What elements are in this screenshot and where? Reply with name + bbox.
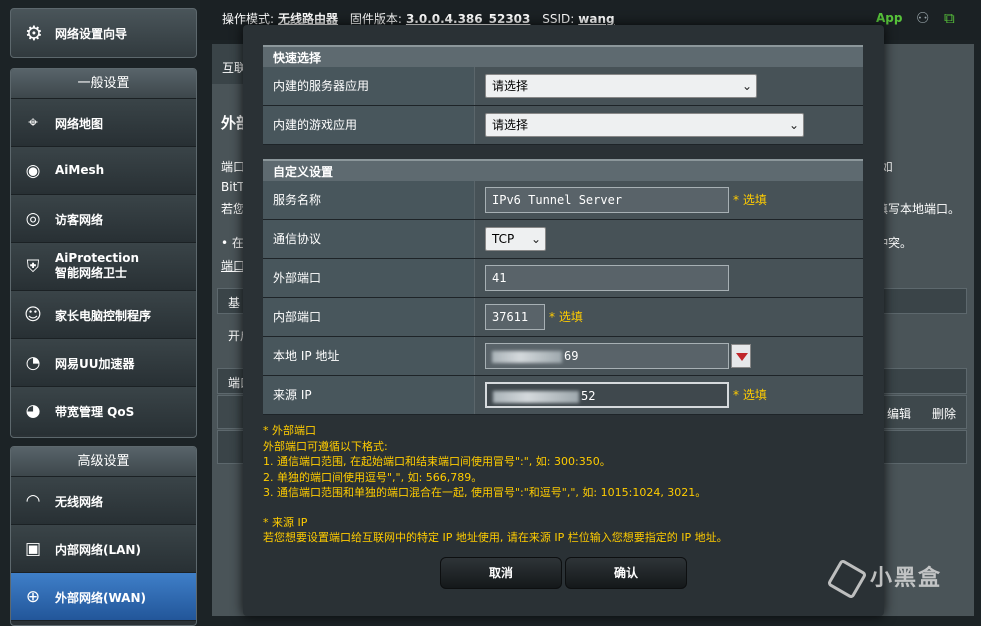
service-name-input[interactable]: IPv6 Tunnel Server [485, 187, 729, 213]
note-src-desc: 若您想要设置端口给互联网中的特定 IP 地址使用, 请在来源 IP 栏位输入您想… [263, 531, 728, 544]
service-name-optional: * 选填 [733, 193, 767, 207]
source-ip-optional: * 选填 [733, 388, 767, 402]
sidebar-item-guest-network[interactable]: ◎ 访客网络 [11, 195, 196, 243]
general-settings-group: 一般设置 ⌖ 网络地图 ◉ AiMesh ◎ 访客网络 ⛨ AiProtecti… [10, 68, 197, 438]
note-ext-1: 1. 通信端口范围, 在起始端口和结束端口间使用冒号":", 如: 300:35… [263, 455, 611, 468]
watermark-logo-icon [826, 558, 868, 600]
gauge-icon: ◕ [25, 401, 41, 421]
sidebar-item-lan[interactable]: ▣ 内部网络(LAN) [11, 525, 196, 573]
local-ip-dropdown-button[interactable] [731, 344, 751, 368]
bg-desc-3-right: 填写本地端口。 [876, 202, 961, 216]
shield-icon: ⛨ [26, 257, 40, 277]
help-notes: * 外部端口 外部端口可遵循以下格式: 1. 通信端口范围, 在起始端口和结束端… [263, 423, 873, 546]
internal-port-label: 内部端口 [263, 298, 474, 336]
chevron-down-icon: ⌄ [741, 79, 752, 93]
sidebar-item-uu-booster[interactable]: ◔ 网易UU加速器 [11, 339, 196, 387]
confirm-button[interactable]: 确认 [565, 557, 687, 589]
lan-icon: ▣ [24, 539, 42, 559]
aiprotection-label: AiProtection [55, 251, 139, 265]
builtin-server-label: 内建的服务器应用 [263, 67, 474, 105]
note-ext-title: * 外部端口 [263, 424, 316, 437]
chevron-down-icon: ⌄ [530, 232, 541, 246]
app-link[interactable]: App [876, 11, 902, 25]
protocol-select[interactable]: TCP ⌄ [485, 227, 546, 251]
sidebar-item-parental-control[interactable]: ☺ 家长电脑控制程序 [11, 291, 196, 339]
builtin-game-row: 内建的游戏应用 请选择 ⌄ [263, 106, 863, 145]
source-ip-row: 来源 IP 52 * 选填 [263, 376, 863, 415]
note-ext-intro: 外部端口可遵循以下格式: [263, 439, 388, 453]
note-ext-2: 2. 单独的端口间使用逗号",", 如: 566,789。 [263, 470, 483, 484]
note-ext-3: 3. 通信端口范围和单独的端口混合在一起, 使用冒号":"和逗号",", 如: … [263, 486, 707, 499]
source-ip-input[interactable]: 52 [485, 382, 729, 408]
quick-select-header: 快速选择 [263, 45, 863, 67]
service-name-row: 服务名称 IPv6 Tunnel Server * 选填 [263, 181, 863, 220]
general-settings-header: 一般设置 [11, 69, 196, 99]
bg-bullet: • 在 [221, 236, 244, 250]
redacted-ip [492, 350, 562, 363]
network-setup-wizard-button[interactable]: ⚙ 网络设置向导 [10, 8, 197, 58]
advanced-settings-group: 高级设置 ◠ 无线网络 ▣ 内部网络(LAN) ⊕ 外部网络(WAN) [10, 446, 197, 626]
bg-desc-2: BitT [221, 180, 245, 194]
map-pin-icon: ⌖ [28, 113, 38, 133]
internal-port-input[interactable]: 37611 [485, 304, 545, 330]
bg-faq-link[interactable]: 端口 [221, 257, 245, 274]
sidebar-item-aiprotection[interactable]: ⛨ AiProtection 智能网络卫士 [11, 243, 196, 291]
chevron-down-icon: ⌄ [788, 118, 799, 132]
sidebar-item-network-map[interactable]: ⌖ 网络地图 [11, 99, 196, 147]
external-port-label: 外部端口 [263, 259, 474, 297]
external-port-input[interactable]: 41 [485, 265, 729, 291]
bg-delete-col: 删除 [932, 407, 957, 421]
internal-port-optional: * 选填 [549, 310, 583, 324]
mesh-icon: ◉ [25, 161, 41, 181]
family-icon: ☺ [24, 305, 42, 325]
source-ip-label: 来源 IP [263, 376, 474, 414]
builtin-server-select[interactable]: 请选择 ⌄ [485, 74, 757, 98]
sidebar: ⚙ 网络设置向导 一般设置 ⌖ 网络地图 ◉ AiMesh ◎ 访客网络 ⛨ A… [0, 0, 200, 626]
users-icon[interactable]: ⚇ [916, 9, 936, 27]
watermark: 小黑盒 [826, 558, 942, 600]
cancel-button[interactable]: 取消 [440, 557, 562, 589]
wizard-label: 网络设置向导 [55, 27, 128, 41]
builtin-server-row: 内建的服务器应用 请选择 ⌄ [263, 67, 863, 106]
protocol-row: 通信协议 TCP ⌄ [263, 220, 863, 259]
custom-settings-header: 自定义设置 [263, 159, 863, 181]
external-port-row: 外部端口 41 [263, 259, 863, 298]
port-forwarding-dialog: 快速选择 内建的服务器应用 请选择 ⌄ 内建的游戏应用 请选择 ⌄ 自定义设置 … [243, 25, 884, 616]
sidebar-item-aimesh[interactable]: ◉ AiMesh [11, 147, 196, 195]
bg-desc-1: 端口 [221, 160, 246, 174]
globe-icon: ◎ [25, 209, 41, 229]
wifi-icon: ◠ [25, 491, 41, 511]
clone-icon[interactable]: ⧉ [944, 9, 964, 27]
builtin-game-select[interactable]: 请选择 ⌄ [485, 113, 804, 137]
bg-desc-3: 若您 [221, 202, 246, 216]
sidebar-item-qos[interactable]: ◕ 带宽管理 QoS [11, 387, 196, 435]
advanced-settings-header: 高级设置 [11, 447, 196, 477]
ssid-link[interactable]: wang [578, 12, 614, 26]
wizard-wrench-icon: ⚙ [25, 21, 43, 45]
internal-port-row: 内部端口 37611 * 选填 [263, 298, 863, 337]
local-ip-row: 本地 IP 地址 69 [263, 337, 863, 376]
service-name-label: 服务名称 [263, 181, 474, 219]
note-src-title: * 来源 IP [263, 515, 308, 529]
redacted-ip [493, 390, 579, 403]
sidebar-item-wan[interactable]: ⊕ 外部网络(WAN) [11, 573, 196, 621]
speedometer-icon: ◔ [25, 353, 41, 373]
operation-mode-link[interactable]: 无线路由器 [278, 12, 338, 26]
aiprotection-sublabel: 智能网络卫士 [55, 266, 128, 280]
firmware-version-link[interactable]: 3.0.0.4.386_52303 [406, 12, 530, 26]
sidebar-item-wireless[interactable]: ◠ 无线网络 [11, 477, 196, 525]
bg-edit-col: 编辑 [887, 407, 912, 421]
protocol-label: 通信协议 [263, 220, 474, 258]
wan-globe-icon: ⊕ [25, 587, 41, 607]
local-ip-label: 本地 IP 地址 [263, 337, 474, 375]
builtin-game-label: 内建的游戏应用 [263, 106, 474, 144]
local-ip-input[interactable]: 69 [485, 343, 729, 369]
